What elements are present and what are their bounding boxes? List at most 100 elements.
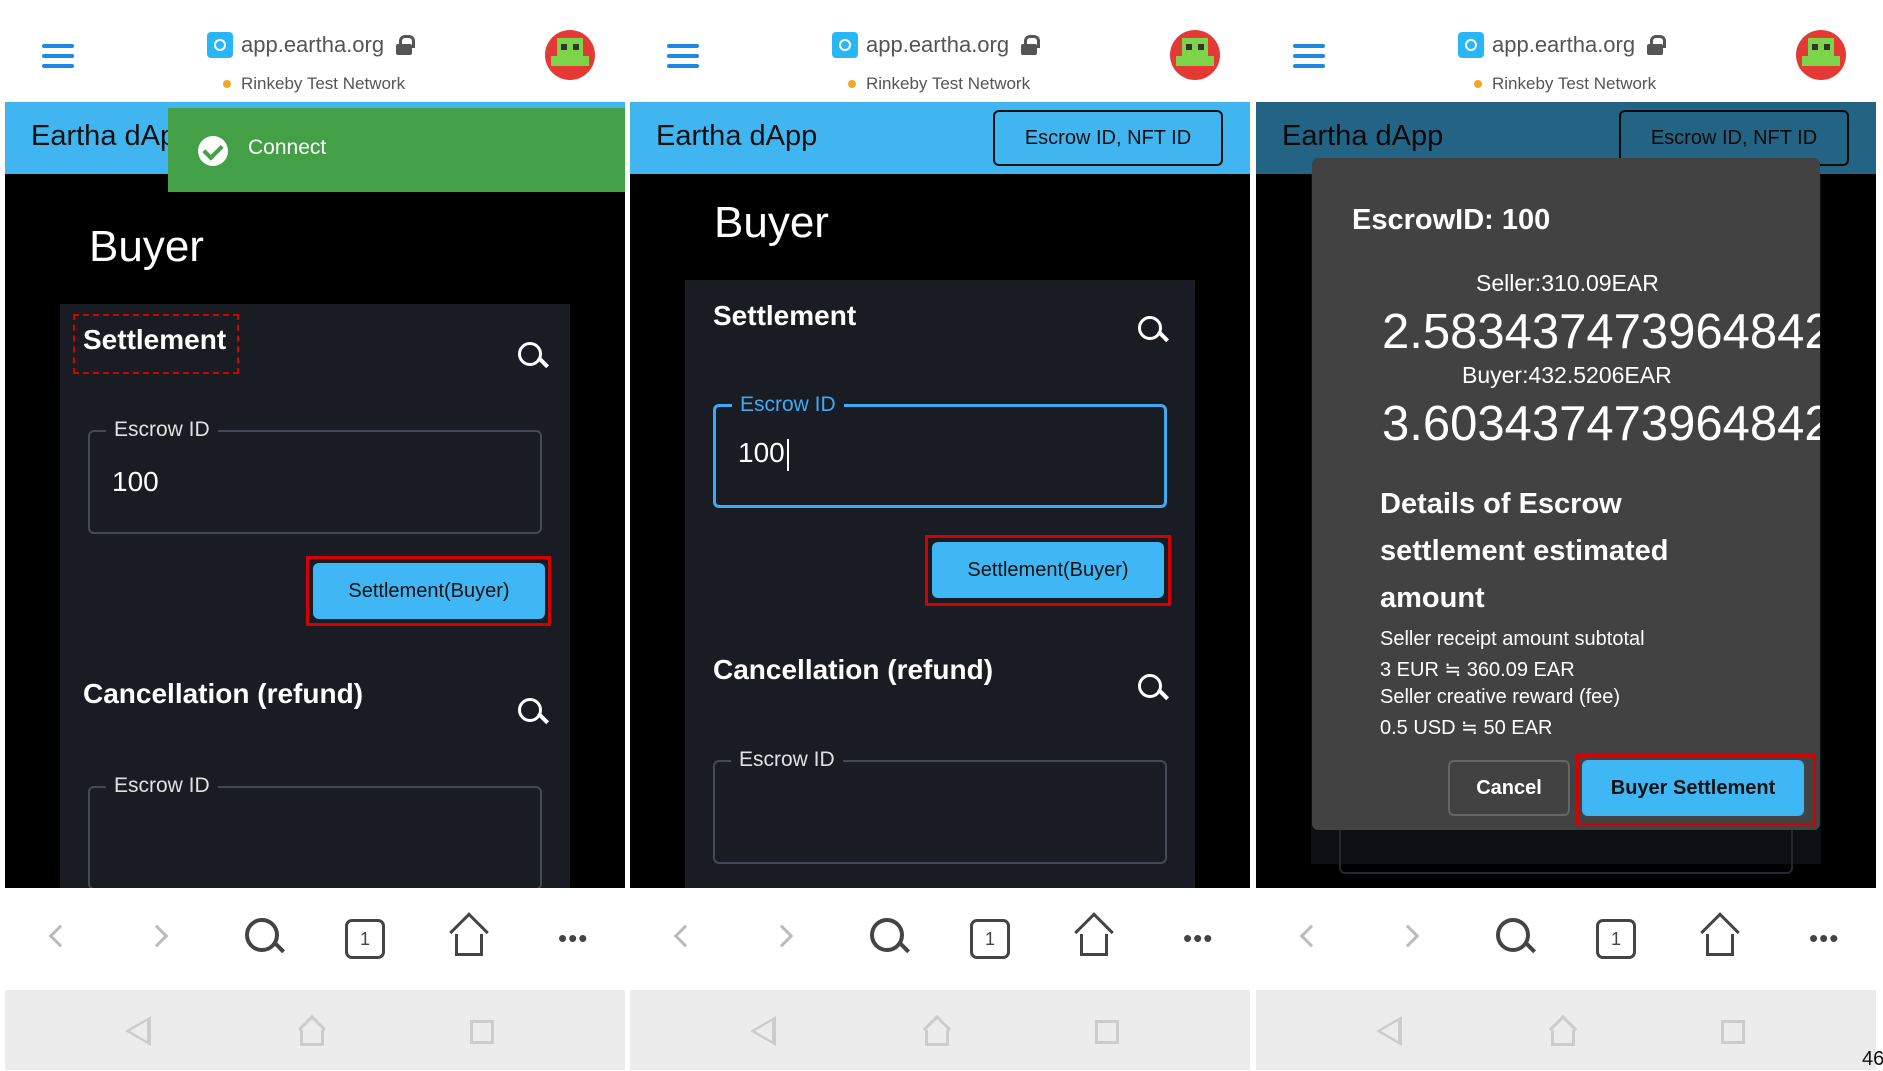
network-status-dot <box>1474 80 1482 88</box>
nav-home-icon[interactable] <box>1548 1014 1578 1046</box>
seller-amount-value: 2.583437473964842 <box>1382 305 1820 359</box>
url-bar[interactable]: app.eartha.org <box>207 30 416 60</box>
escrow-id-value: 100 <box>112 466 159 497</box>
text-caret <box>786 438 789 471</box>
buyer-settlement-button[interactable]: Buyer Settlement <box>1582 760 1804 816</box>
more-options-icon[interactable]: ••• <box>558 923 588 954</box>
forward-arrow-icon[interactable] <box>1396 924 1420 948</box>
back-arrow-icon[interactable] <box>673 924 697 948</box>
android-nav-bar <box>630 990 1250 1070</box>
account-avatar[interactable] <box>1796 30 1846 80</box>
nav-back-icon[interactable] <box>125 1016 151 1046</box>
escrow-id-value: 100 <box>738 437 789 471</box>
settlement-buyer-button[interactable]: Settlement(Buyer) <box>932 542 1164 598</box>
details-heading-line-1: Details of Escrow <box>1380 488 1622 520</box>
home-icon[interactable] <box>449 912 489 959</box>
browser-bottom-bar: 1 ••• <box>5 888 625 990</box>
phone-screen-3: app.eartha.org Rinkeby Test Network Eart… <box>1256 4 1876 1070</box>
home-icon[interactable] <box>1074 912 1114 959</box>
site-favicon-icon <box>832 32 858 58</box>
settlement-title: Settlement <box>713 300 857 331</box>
tabs-counter-icon[interactable]: 1 <box>345 919 385 959</box>
nav-recents-icon[interactable] <box>470 1020 494 1044</box>
more-options-icon[interactable]: ••• <box>1183 923 1213 954</box>
home-icon[interactable] <box>1700 912 1740 959</box>
nav-recents-icon[interactable] <box>1095 1020 1119 1044</box>
network-status-dot <box>223 80 231 88</box>
hamburger-menu-icon[interactable] <box>667 44 699 68</box>
network-status-dot <box>848 80 856 88</box>
forward-arrow-icon[interactable] <box>770 924 794 948</box>
back-arrow-icon[interactable] <box>48 924 72 948</box>
hamburger-menu-icon[interactable] <box>42 44 74 68</box>
escrow-nft-id-button[interactable]: Escrow ID, NFT ID <box>993 110 1223 166</box>
search-icon[interactable] <box>1496 918 1536 958</box>
browser-bottom-bar: 1 ••• <box>630 888 1250 990</box>
cancellation-title: Cancellation (refund) <box>83 678 364 709</box>
search-icon[interactable] <box>1138 674 1168 704</box>
toast-text: Connect <box>248 136 327 159</box>
search-icon[interactable] <box>870 918 910 958</box>
site-favicon-icon <box>207 32 233 58</box>
nav-back-icon[interactable] <box>750 1016 776 1046</box>
search-icon[interactable] <box>518 698 548 728</box>
page-number: 46 <box>1862 1048 1883 1070</box>
escrow-id-input[interactable]: Escrow ID 100 <box>713 393 1167 508</box>
settlement-card: Settlement Escrow ID 100 Settlement(Buye… <box>60 304 570 888</box>
cancel-escrow-id-input[interactable]: Escrow ID <box>713 748 1167 864</box>
more-options-icon[interactable]: ••• <box>1809 923 1839 954</box>
forward-arrow-icon[interactable] <box>145 924 169 948</box>
app-content: Buyer Settlement Escrow ID 100 Settlemen… <box>630 174 1250 888</box>
browser-bottom-bar: 1 ••• <box>1256 888 1876 990</box>
cancel-escrow-id-input[interactable]: Escrow ID <box>88 774 542 888</box>
account-avatar[interactable] <box>1170 30 1220 80</box>
phone-screen-1: app.eartha.org Rinkeby Test Network Eart… <box>5 4 625 1070</box>
escrow-id-value-text: 100 <box>738 437 785 468</box>
nav-back-icon[interactable] <box>1376 1016 1402 1046</box>
nav-home-icon[interactable] <box>297 1014 327 1046</box>
page-heading: Buyer <box>714 198 829 247</box>
network-label: Rinkeby Test Network <box>241 74 406 93</box>
url-text: app.eartha.org <box>241 32 385 57</box>
cancel-escrow-id-label: Escrow ID <box>106 774 218 798</box>
hamburger-menu-icon[interactable] <box>1293 44 1325 68</box>
site-favicon-icon <box>1458 32 1484 58</box>
search-icon[interactable] <box>1138 316 1168 346</box>
settlement-card: Settlement Escrow ID 100 Settlement(Buye… <box>685 280 1195 888</box>
escrow-id-input[interactable]: Escrow ID 100 <box>88 418 542 534</box>
lock-icon <box>1647 35 1667 55</box>
url-bar[interactable]: app.eartha.org <box>832 30 1041 60</box>
settlement-confirm-dialog: EscrowID: 100 Seller:310.09EAR 2.5834374… <box>1312 158 1820 830</box>
dialog-overlay[interactable]: EscrowID: 100 Seller:310.09EAR 2.5834374… <box>1256 102 1876 888</box>
highlight-dashed-box <box>73 314 239 374</box>
account-avatar[interactable] <box>545 30 595 80</box>
buyer-amount-value: 3.603437473964842 <box>1382 397 1820 451</box>
detail-line-3: Seller creative reward (fee) <box>1380 686 1621 708</box>
cancellation-title: Cancellation (refund) <box>713 654 994 685</box>
cancel-button[interactable]: Cancel <box>1448 760 1570 816</box>
nav-recents-icon[interactable] <box>1721 1020 1745 1044</box>
lock-icon <box>1021 35 1041 55</box>
tabs-counter-icon[interactable]: 1 <box>970 919 1010 959</box>
network-indicator: Rinkeby Test Network <box>1474 74 1656 94</box>
url-bar[interactable]: app.eartha.org <box>1458 30 1667 60</box>
tabs-counter-icon[interactable]: 1 <box>1596 919 1636 959</box>
network-indicator: Rinkeby Test Network <box>848 74 1030 94</box>
url-text: app.eartha.org <box>1492 32 1636 57</box>
search-icon[interactable] <box>518 342 548 372</box>
network-indicator: Rinkeby Test Network <box>223 74 405 94</box>
detail-line-1: Seller receipt amount subtotal <box>1380 628 1645 650</box>
search-icon[interactable] <box>245 918 285 958</box>
buyer-amount-label: Buyer:432.5206EAR <box>1462 362 1672 388</box>
android-nav-bar <box>1256 990 1876 1070</box>
detail-line-4: 0.5 USD ≒ 50 EAR <box>1380 717 1553 739</box>
settlement-buyer-button[interactable]: Settlement(Buyer) <box>313 563 545 619</box>
back-arrow-icon[interactable] <box>1299 924 1323 948</box>
seller-amount-label: Seller:310.09EAR <box>1476 270 1659 296</box>
browser-top-bar: app.eartha.org Rinkeby Test Network <box>5 4 625 102</box>
app-title: Eartha dApp <box>656 120 818 152</box>
nav-home-icon[interactable] <box>922 1014 952 1046</box>
app-content: Buyer Settlement Escrow ID 100 Settlemen… <box>5 174 625 888</box>
app-header: Eartha dApp Escrow ID, NFT ID <box>630 102 1250 174</box>
check-circle-icon <box>198 136 228 166</box>
